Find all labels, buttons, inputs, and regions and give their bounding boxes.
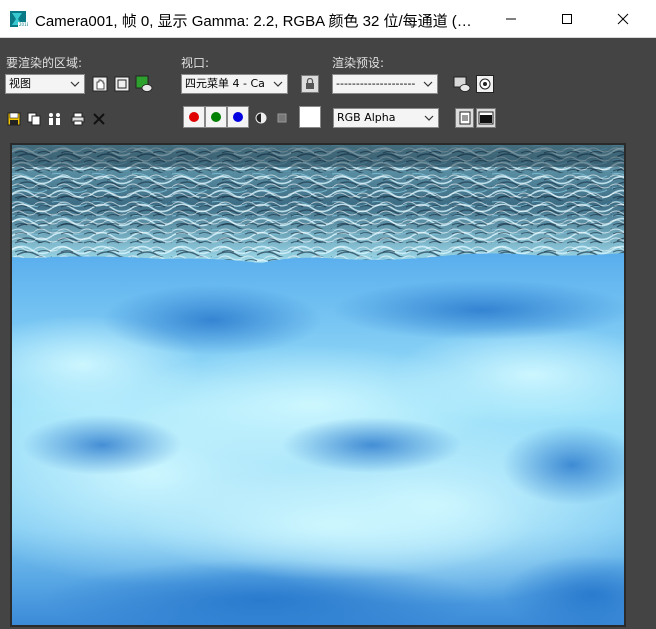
- blue-channel-dot: [233, 112, 243, 122]
- channel-select-value: RGB Alpha: [337, 111, 396, 124]
- chevron-down-icon: [273, 81, 283, 87]
- print-icon: [71, 112, 85, 126]
- render-setup-button[interactable]: [453, 75, 471, 93]
- preset-label: 渲染预设:: [332, 56, 385, 70]
- rendered-image: [12, 145, 624, 625]
- copy-icon: [27, 112, 41, 126]
- chevron-down-icon: [70, 81, 80, 87]
- alpha-button[interactable]: [273, 109, 291, 127]
- half-circle-icon: [255, 112, 267, 124]
- area-select-value: 视图: [9, 77, 31, 90]
- green-channel-toggle[interactable]: [205, 106, 227, 128]
- minimize-button[interactable]: [484, 0, 538, 38]
- area-select[interactable]: 视图: [5, 74, 85, 94]
- save-image-button[interactable]: [5, 110, 23, 128]
- preset-select-value: --------------------: [336, 77, 416, 90]
- circle-target-icon: [476, 75, 494, 93]
- svg-text:2018: 2018: [19, 22, 28, 27]
- app-icon: 2018: [10, 11, 28, 27]
- edit-region-button[interactable]: [91, 75, 109, 93]
- title-bar: 2018 Camera001, 帧 0, 显示 Gamma: 2.2, RGBA…: [0, 0, 656, 38]
- print-button[interactable]: [69, 110, 87, 128]
- chevron-down-icon: [424, 115, 434, 121]
- close-button[interactable]: [596, 0, 650, 38]
- minimize-icon: [506, 18, 516, 20]
- mono-button[interactable]: [252, 109, 270, 127]
- people-icon: [49, 113, 60, 125]
- preset-select[interactable]: --------------------: [332, 74, 438, 94]
- close-icon: [617, 13, 629, 25]
- lock-viewport-button[interactable]: [301, 75, 319, 93]
- environment-button[interactable]: [476, 75, 494, 93]
- window-overlay-icon: [459, 111, 470, 125]
- rendered-image-frame: [10, 143, 626, 627]
- hand-region-icon: [92, 76, 108, 92]
- color-swatch-white[interactable]: [299, 106, 321, 128]
- frame-side-strip: [626, 143, 656, 627]
- red-channel-toggle[interactable]: [183, 106, 205, 128]
- area-label: 要渲染的区域:: [6, 56, 83, 70]
- channel-select[interactable]: RGB Alpha: [333, 108, 439, 128]
- viewport-select[interactable]: 四元菜单 4 - Ca: [181, 74, 288, 94]
- render-region-button[interactable]: [135, 75, 153, 93]
- save-icon: [7, 112, 21, 126]
- toggle-ui-button[interactable]: [476, 108, 496, 128]
- viewport-select-value: 四元菜单 4 - Ca: [185, 77, 265, 90]
- render-toolbar: 要渲染的区域: 视口: 渲染预设: 视图 四元菜单 4 - Ca -------…: [0, 39, 656, 135]
- red-channel-dot: [189, 112, 199, 122]
- maximize-icon: [562, 14, 572, 24]
- viewport-label: 视口:: [181, 56, 210, 70]
- copy-image-button[interactable]: [25, 110, 43, 128]
- render-setup-icon: [453, 76, 471, 92]
- window-dark-icon: [478, 111, 494, 125]
- close-icon: [93, 113, 105, 125]
- toggle-ui-overlay-button[interactable]: [455, 108, 474, 128]
- maximize-button[interactable]: [540, 0, 594, 38]
- window-title: Camera001, 帧 0, 显示 Gamma: 2.2, RGBA 颜色 3…: [35, 13, 472, 30]
- lock-icon: [306, 78, 314, 89]
- square-icon: [277, 113, 287, 123]
- blue-channel-toggle[interactable]: [227, 106, 249, 128]
- chevron-down-icon: [423, 81, 433, 87]
- region-frame-icon: [114, 76, 130, 92]
- clear-button[interactable]: [90, 110, 108, 128]
- clone-window-button[interactable]: [46, 110, 64, 128]
- teapot-render-icon: [135, 75, 153, 92]
- auto-region-button[interactable]: [113, 75, 131, 93]
- green-channel-dot: [211, 112, 221, 122]
